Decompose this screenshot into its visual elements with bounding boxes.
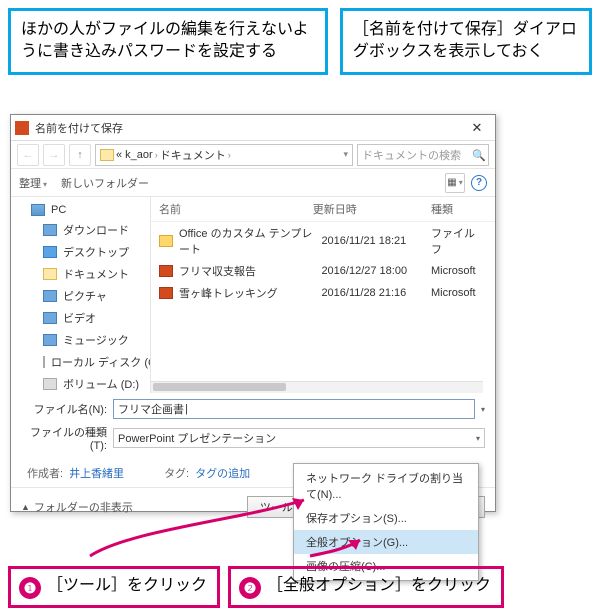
filetype-label: ファイルの種類(T): [21,424,107,452]
horizontal-scrollbar[interactable] [151,381,483,393]
tree-item-desktop[interactable]: デスクトップ [11,241,150,263]
step-badge-1: ❶ [19,577,41,599]
desktop-icon [43,246,57,258]
step-text-1: ［ツール］をクリック [47,575,207,597]
tree-item-videos[interactable]: ビデオ [11,307,150,329]
tree-item-volume[interactable]: ボリューム (D:) [11,373,150,393]
path-seg: ドキュメント [160,147,226,163]
ppt-icon [159,287,173,299]
view-button[interactable]: ▦▾ [445,173,465,193]
chevron-right-icon: › [155,150,158,160]
file-kind: ファイル フ [431,225,487,257]
folder-icon [159,235,173,247]
chevron-down-icon[interactable]: ▾ [343,149,348,160]
chevron-down-icon[interactable]: ▾ [481,405,485,414]
back-button[interactable]: ← [17,144,39,166]
tree-item-local-disk[interactable]: ローカル ディスク (C [11,351,150,373]
tree-item-music[interactable]: ミュージック [11,329,150,351]
chevron-right-icon: › [228,150,231,160]
videos-icon [43,312,57,324]
menu-general-options[interactable]: 全般オプション(G)... [294,530,478,554]
file-name: Office のカスタム テンプレート [179,225,321,257]
breadcrumb[interactable]: « k_aor › ドキュメント › ▾ [95,144,353,166]
author-value[interactable]: 井上香緒里 [69,468,124,480]
column-headers[interactable]: 名前 更新日時 種類 [151,197,495,222]
organize-button[interactable]: 整理▾ [19,175,47,191]
folder-icon [100,149,114,161]
tree-item-pc[interactable]: PC [11,201,150,219]
col-kind[interactable]: 種類 [431,201,487,217]
tree-item-pictures[interactable]: ピクチャ [11,285,150,307]
volume-icon [43,378,57,390]
col-date[interactable]: 更新日時 [313,201,431,217]
filename-label: ファイル名(N): [21,401,107,417]
nav-bar: ← → ↑ « k_aor › ドキュメント › ▾ ドキュメントの検索 🔍 [11,141,495,169]
chevron-down-icon: ▾ [476,434,480,443]
file-date: 2016/11/21 18:21 [321,235,431,247]
scrollbar-thumb[interactable] [153,383,286,391]
ppt-icon [159,265,173,277]
menu-map-network-drive[interactable]: ネットワーク ドライブの割り当て(N)... [294,466,478,506]
file-kind: Microsoft [431,265,487,277]
instruction-note-right: ［名前を付けて保存］ダイアログボックスを表示しておく [340,8,592,75]
tree-item-documents[interactable]: ドキュメント [11,263,150,285]
author-label: 作成者: [27,468,63,480]
step-note-1: ❶ ［ツール］をクリック [8,566,220,608]
up-button[interactable]: ↑ [69,144,91,166]
titlebar: 名前を付けて保存 ✕ [11,115,495,141]
dialog-title: 名前を付けて保存 [35,120,463,136]
tree-item-downloads[interactable]: ダウンロード [11,219,150,241]
filename-input[interactable]: フリマ企画書 [113,399,475,419]
powerpoint-icon [15,121,29,135]
search-input[interactable]: ドキュメントの検索 🔍 [357,144,489,166]
tags-value[interactable]: タグの追加 [195,468,250,480]
instruction-note-left: ほかの人がファイルの編集を行えないように書き込みパスワードを設定する [8,8,328,75]
path-seg: « k_aor [116,149,153,161]
new-folder-button[interactable]: 新しいフォルダー [61,175,149,191]
pictures-icon [43,290,57,302]
hide-folders-link[interactable]: ▲ フォルダーの非表示 [21,499,133,515]
step-note-2: ❷ ［全般オプション］をクリック [228,566,504,608]
filetype-select[interactable]: PowerPoint プレゼンテーション ▾ [113,428,485,448]
search-icon: 🔍 [472,149,484,161]
file-date: 2016/11/28 21:16 [321,287,431,299]
file-row[interactable]: フリマ収支報告 2016/12/27 18:00 Microsoft [151,260,495,282]
menu-save-options[interactable]: 保存オプション(S)... [294,506,478,530]
folder-tree: PC ダウンロード デスクトップ ドキュメント ピクチャ ビデオ ミュージック … [11,197,151,393]
help-icon[interactable]: ? [471,175,487,191]
save-as-dialog: 名前を付けて保存 ✕ ← → ↑ « k_aor › ドキュメント › ▾ ドキ… [10,114,496,512]
file-row[interactable]: Office のカスタム テンプレート 2016/11/21 18:21 ファイ… [151,222,495,260]
file-date: 2016/12/27 18:00 [321,265,431,277]
step-text-2: ［全般オプション］をクリック [267,575,491,597]
file-name: フリマ収支報告 [179,263,321,279]
disk-icon [43,356,45,368]
file-name: 雪ヶ峰トレッキング [179,285,321,301]
file-list: 名前 更新日時 種類 Office のカスタム テンプレート 2016/11/2… [151,197,495,393]
col-name[interactable]: 名前 [159,201,313,217]
tools-dropdown: ネットワーク ドライブの割り当て(N)... 保存オプション(S)... 全般オ… [293,463,479,581]
close-button[interactable]: ✕ [463,120,491,136]
forward-button[interactable]: → [43,144,65,166]
file-row[interactable]: 雪ヶ峰トレッキング 2016/11/28 21:16 Microsoft [151,282,495,304]
dialog-toolbar: 整理▾ 新しいフォルダー ▦▾ ? [11,169,495,197]
tags-label: タグ: [164,468,189,480]
search-placeholder: ドキュメントの検索 [362,147,468,163]
file-kind: Microsoft [431,287,487,299]
pc-icon [31,204,45,216]
download-icon [43,224,57,236]
step-badge-2: ❷ [239,577,261,599]
documents-icon [43,268,57,280]
music-icon [43,334,57,346]
